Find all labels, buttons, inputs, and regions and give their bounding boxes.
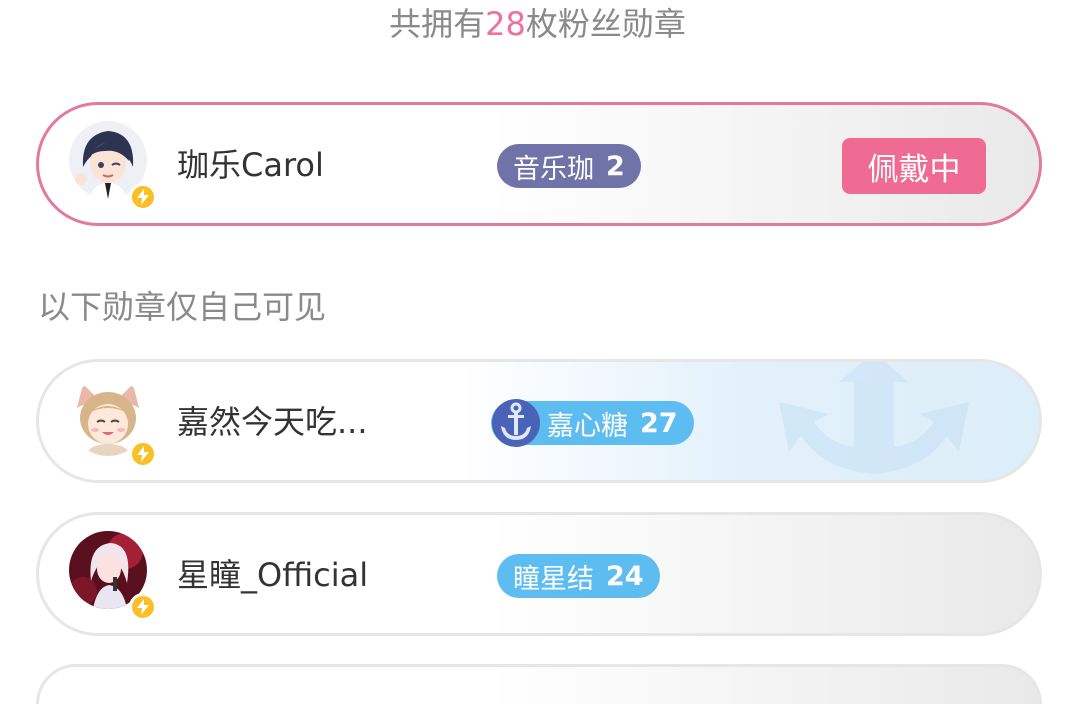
- medal-level: 24: [606, 560, 644, 592]
- lightning-icon: [129, 440, 157, 468]
- medal-name: 音乐珈: [513, 153, 594, 185]
- lightning-icon: [129, 183, 157, 211]
- streamer-name: 嘉然今天吃...: [177, 403, 368, 441]
- fan-medal: 音乐珈 2: [497, 144, 641, 188]
- medal-count-header: 共拥有28枚粉丝勋章: [0, 0, 1075, 48]
- streamer-name: 珈乐Carol: [177, 146, 324, 184]
- medal-card-xingtong[interactable]: 星瞳_Official 瞳星结 24: [36, 512, 1042, 636]
- medal-card-partial[interactable]: [36, 664, 1042, 704]
- fan-medal: 瞳星结 24: [497, 554, 660, 598]
- lightning-icon: [129, 593, 157, 621]
- streamer-name: 星瞳_Official: [177, 556, 369, 594]
- medal-level: 2: [606, 150, 625, 182]
- anchor-icon: [492, 399, 540, 447]
- anchor-watermark-icon: [779, 362, 969, 474]
- section-label: 以下勋章仅自己可见: [38, 288, 327, 326]
- medal-card-carol[interactable]: 珈乐Carol 音乐珈 2 佩戴中: [36, 102, 1042, 226]
- wearing-button[interactable]: 佩戴中: [842, 138, 986, 194]
- medal-level: 27: [640, 407, 678, 439]
- avatar[interactable]: [69, 121, 157, 211]
- fan-medal: 嘉心糖 27: [491, 399, 694, 447]
- medal-name: 瞳星结: [513, 563, 594, 595]
- avatar[interactable]: [69, 531, 157, 621]
- medal-name: 嘉心糖: [547, 410, 628, 442]
- avatar[interactable]: [69, 378, 157, 468]
- medal-count: 28: [485, 5, 526, 43]
- header-suffix: 枚粉丝勋章: [525, 5, 686, 43]
- header-prefix: 共拥有: [389, 5, 486, 43]
- medal-card-diana[interactable]: 嘉然今天吃... 嘉心糖 27: [36, 359, 1042, 483]
